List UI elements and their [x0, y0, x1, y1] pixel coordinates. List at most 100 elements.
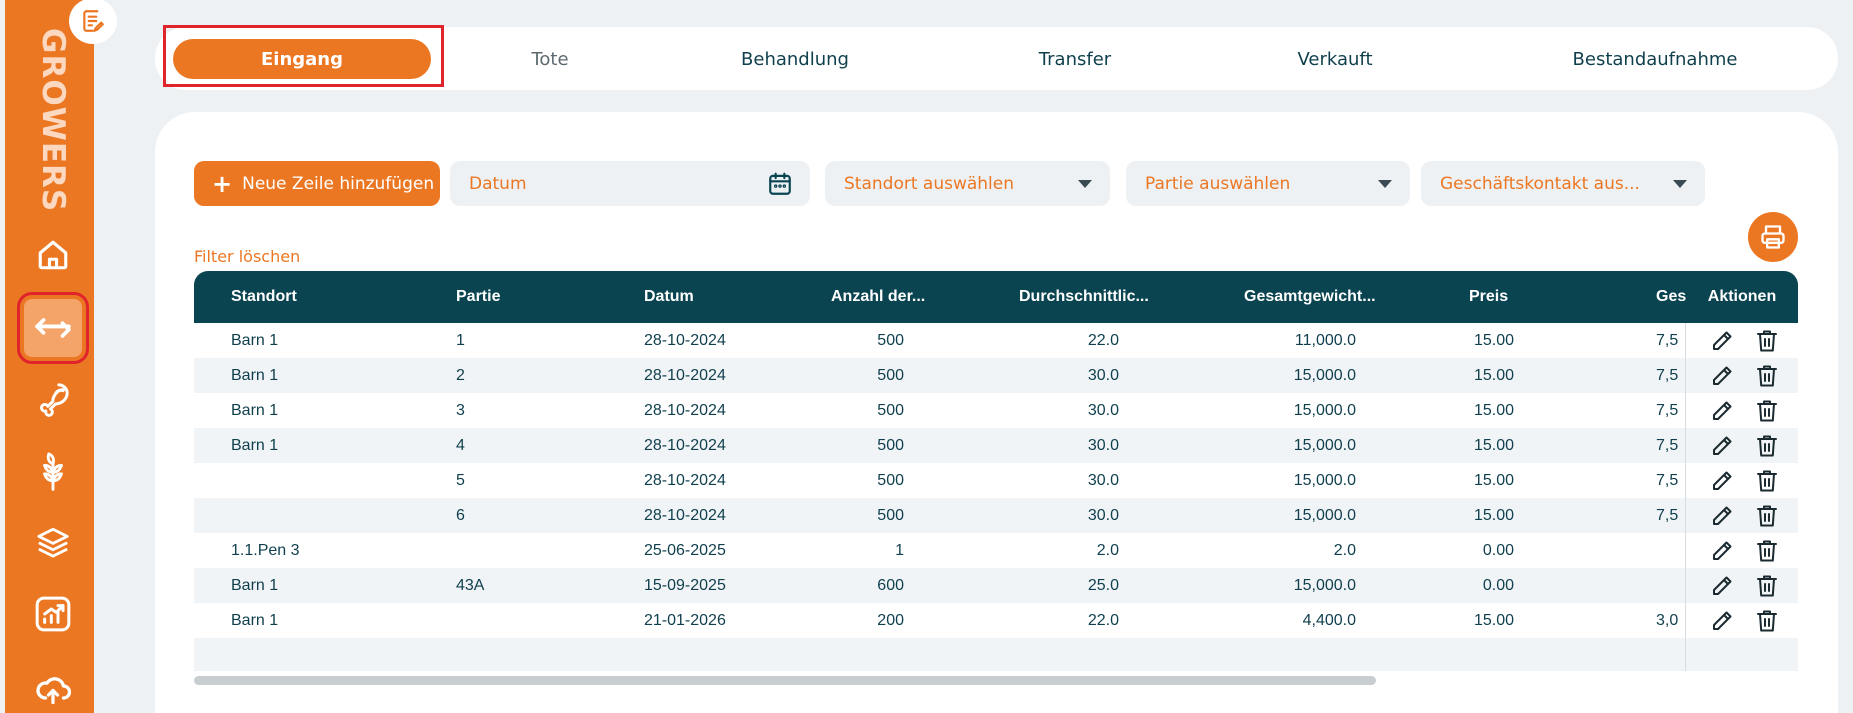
table-cell: 500	[877, 506, 904, 524]
sidebar-item-transfer[interactable]	[17, 292, 89, 364]
data-table: Standort Partie Datum Anzahl der... Durc…	[194, 271, 1798, 671]
table-cell: 7,5	[1656, 331, 1679, 349]
table-cell: 30.0	[1087, 366, 1119, 384]
actions-column-divider	[1685, 323, 1798, 671]
table-cell: 30.0	[1087, 506, 1119, 524]
sidebar-item-home[interactable]	[24, 226, 82, 284]
table-cell: 500	[877, 331, 904, 349]
table-row: 1.1.Pen 3 25-06-2025 1 2.0 2.0 0.00	[194, 533, 1798, 568]
table-cell: 2.0	[1096, 541, 1119, 559]
sidebar-item-poultry[interactable]	[24, 370, 82, 428]
chart-icon	[35, 596, 71, 632]
table-cell: Barn 1	[231, 401, 279, 419]
sidebar: GROWERS	[5, 0, 94, 713]
notes-button[interactable]	[69, 0, 117, 44]
layers-icon	[37, 527, 69, 558]
tab-verkauft[interactable]: Verkauft	[1255, 39, 1415, 79]
table-cell: 500	[877, 471, 904, 489]
add-row-label: Neue Zeile hinzufügen	[242, 173, 435, 194]
col-standort[interactable]: Standort	[231, 271, 297, 323]
table-cell: 500	[877, 366, 904, 384]
table-cell: Barn 1	[231, 436, 279, 454]
table-cell: 25.0	[1087, 576, 1119, 594]
col-gesamt[interactable]: Ges	[1656, 271, 1686, 323]
table-row: Barn 1 21-01-2026 200 22.0 4,400.0 15.00 3,0	[194, 603, 1798, 638]
calendar-icon[interactable]	[767, 171, 793, 197]
location-select[interactable]: Standort auswählen	[825, 161, 1110, 206]
table-cell: 3	[456, 401, 465, 419]
table-cell: 30.0	[1087, 471, 1119, 489]
table-cell: 15.00	[1473, 611, 1514, 629]
table-row: 6 28-10-2024 500 30.0 15,000.0 15.00 7,5	[194, 498, 1798, 533]
table-cell: 1	[456, 331, 465, 349]
table-row: Barn 1 3 28-10-2024 500 30.0 15,000.0 15.00 7,5	[194, 393, 1798, 428]
home-icon	[38, 240, 68, 270]
tab-highlight-frame	[163, 25, 444, 87]
chevron-down-icon	[1378, 180, 1392, 188]
col-aktionen: Aktionen	[1707, 288, 1777, 305]
sidebar-item-upload[interactable]	[24, 660, 82, 713]
table-cell: 200	[877, 611, 904, 629]
table-cell: 7,5	[1656, 436, 1679, 454]
table-row: Barn 1 4 28-10-2024 500 30.0 15,000.0 15.00 7,5	[194, 428, 1798, 463]
table-cell: 600	[877, 576, 904, 594]
table-cell: 15.00	[1473, 401, 1514, 419]
table-cell: Barn 1	[231, 576, 279, 594]
table-cell: 7,5	[1656, 506, 1679, 524]
cloud-upload-icon	[36, 677, 71, 705]
sidebar-item-crops[interactable]	[24, 442, 82, 500]
table-empty-row	[194, 638, 1798, 671]
table-row: Barn 1 43A 15-09-2025 600 25.0 15,000.0 0.00	[194, 568, 1798, 603]
table-cell: 22.0	[1087, 331, 1119, 349]
add-row-button[interactable]: + Neue Zeile hinzufügen	[194, 161, 440, 206]
table-cell: 500	[877, 436, 904, 454]
tab-bestandaufnahme[interactable]: Bestandaufnahme	[1535, 39, 1775, 79]
location-placeholder: Standort auswählen	[844, 173, 1014, 194]
table-cell: 43A	[456, 576, 485, 594]
tab-tote[interactable]: Tote	[475, 39, 625, 79]
table-cell: 15.00	[1473, 436, 1514, 454]
table-cell: 30.0	[1087, 401, 1119, 419]
table-cell: 15.00	[1473, 366, 1514, 384]
wheat-icon	[43, 452, 63, 491]
sidebar-item-reports[interactable]	[24, 585, 82, 643]
table-cell: 15,000.0	[1293, 471, 1356, 489]
brand-text: GROWERS	[35, 28, 71, 213]
col-preis[interactable]: Preis	[1469, 271, 1508, 323]
table-cell: 15.00	[1473, 471, 1514, 489]
contact-select[interactable]: Geschäftskontakt aus...	[1421, 161, 1705, 206]
table-cell: 7,5	[1656, 401, 1679, 419]
table-cell: 2	[456, 366, 465, 384]
chevron-down-icon	[1673, 180, 1687, 188]
col-partie[interactable]: Partie	[456, 271, 500, 323]
table-cell: 500	[877, 401, 904, 419]
table-row: Barn 1 2 28-10-2024 500 30.0 15,000.0 15.00 7,5	[194, 358, 1798, 393]
sidebar-item-layers[interactable]	[24, 513, 82, 571]
col-gesamtgewicht[interactable]: Gesamtgewicht...	[1244, 271, 1376, 323]
tab-transfer[interactable]: Transfer	[995, 39, 1155, 79]
table-cell	[1656, 568, 1685, 603]
table-cell	[1656, 533, 1685, 568]
table-cell: 5	[456, 471, 465, 489]
table-cell: 22.0	[1087, 611, 1119, 629]
tab-behandlung[interactable]: Behandlung	[705, 39, 885, 79]
batch-select[interactable]: Partie auswählen	[1126, 161, 1410, 206]
table-cell: 0.00	[1482, 541, 1514, 559]
table-row: 5 28-10-2024 500 30.0 15,000.0 15.00 7,5	[194, 463, 1798, 498]
print-button[interactable]	[1748, 212, 1798, 262]
col-anzahl[interactable]: Anzahl der...	[831, 271, 925, 323]
table-cell: 7,5	[1656, 366, 1679, 384]
table-cell: 0.00	[1482, 576, 1514, 594]
col-datum[interactable]: Datum	[644, 271, 694, 323]
table-cell: 4	[456, 436, 465, 454]
col-durchschnitt[interactable]: Durchschnittlic...	[1019, 271, 1149, 323]
table-cell: Barn 1	[231, 611, 279, 629]
brand-logo: GROWERS	[21, 28, 81, 212]
date-filter[interactable]: Datum	[450, 161, 810, 206]
clear-filter-link[interactable]: Filter löschen	[194, 247, 300, 266]
table-cell: 1	[895, 541, 904, 559]
table-header: Standort Partie Datum Anzahl der... Durc…	[194, 271, 1798, 323]
table-cell: 3,0	[1656, 611, 1679, 629]
horizontal-scrollbar[interactable]	[194, 676, 1376, 685]
table-row: Barn 1 1 28-10-2024 500 22.0 11,000.0 15.00 7,5	[194, 323, 1798, 358]
